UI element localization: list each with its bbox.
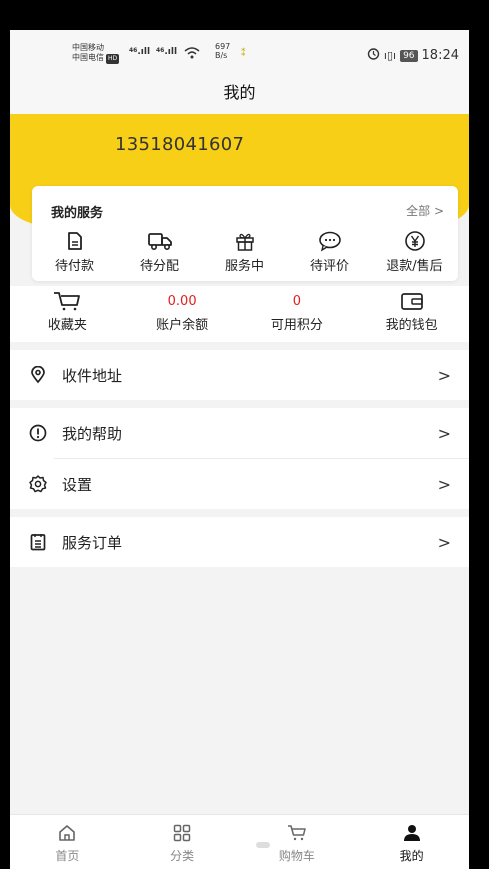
stat-value: 0.00: [167, 294, 197, 309]
status-right: ı▯ı 96 18:24: [367, 47, 459, 64]
service-label: 待付款: [54, 259, 94, 274]
my-services-card: 我的服务 全部 > 待付款 待分配 服务中 待评价 退款/售后: [32, 186, 458, 281]
carrier-1: 中国移动: [72, 43, 104, 52]
comment-icon: [318, 231, 341, 252]
menu-group-help: 我的帮助 > 设置 >: [10, 408, 469, 509]
tab-label: 首页: [55, 849, 80, 863]
bottom-tab-bar: 首页 分类 购物车 我的: [10, 814, 469, 869]
tab-label: 购物车: [278, 849, 315, 863]
drag-handle: [256, 842, 270, 848]
status-bar: 中国移动 中国电信 HD 46.ıll 46.ıll 697 B/s ⁑ ı▯ı …: [10, 30, 469, 78]
network-type-1: 46: [129, 47, 138, 54]
stat-label: 我的钱包: [385, 318, 438, 333]
tab-home[interactable]: 首页: [10, 815, 125, 869]
chevron-right-icon: >: [437, 532, 451, 552]
cart-icon: [287, 825, 306, 841]
info-circle-icon: [28, 423, 48, 443]
page-title: 我的: [10, 78, 469, 114]
wallet-icon: [400, 293, 423, 310]
service-label: 待分配: [139, 259, 179, 274]
service-label: 服务中: [224, 259, 264, 274]
stat-wallet[interactable]: 我的钱包: [354, 286, 469, 342]
network-type-2: 46: [156, 47, 165, 54]
service-in-progress[interactable]: 服务中: [202, 230, 287, 274]
net-speed: 697 B/s: [215, 42, 230, 60]
menu-address[interactable]: 收件地址 >: [10, 350, 469, 400]
chevron-right-icon: >: [437, 365, 451, 385]
location-pin-icon: [28, 365, 48, 385]
tab-label: 我的: [399, 849, 424, 863]
grid-icon: [173, 824, 191, 842]
chevron-right-icon: >: [437, 474, 451, 494]
user-icon: [403, 825, 420, 841]
tab-label: 分类: [170, 849, 195, 863]
wifi-icon: [184, 47, 200, 62]
menu-help[interactable]: 我的帮助 >: [10, 408, 469, 458]
stat-balance[interactable]: 0.00 账户余额: [125, 286, 240, 342]
user-phone[interactable]: 13518041607: [115, 134, 244, 155]
stat-label: 可用积分: [270, 318, 323, 333]
stat-label: 收藏夹: [47, 318, 87, 333]
service-pending-review[interactable]: 待评价: [287, 230, 372, 274]
net-speed-value: 697: [215, 42, 231, 51]
service-refund[interactable]: 退款/售后: [372, 230, 457, 274]
notification-dots-icon: ⁑: [241, 49, 246, 59]
net-speed-unit: B/s: [215, 51, 228, 60]
clock: 18:24: [421, 48, 459, 63]
menu-service-orders[interactable]: 服务订单 >: [10, 517, 469, 567]
account-stats: 收藏夹 0.00 账户余额 0 可用积分 我的钱包: [10, 286, 469, 342]
stat-label: 账户余额: [156, 318, 209, 333]
payment-doc-icon: [67, 232, 82, 250]
chevron-right-icon: >: [437, 423, 451, 443]
signal-1-icon: 46.ıll: [129, 47, 151, 57]
service-pending-payment[interactable]: 待付款: [32, 230, 117, 274]
signal-2-icon: 46.ıll: [156, 47, 178, 57]
alarm-icon: [367, 47, 380, 64]
stat-points[interactable]: 0 可用积分: [240, 286, 355, 342]
services-title: 我的服务: [51, 206, 104, 221]
menu-label: 我的帮助: [62, 424, 123, 443]
app-screen: 中国移动 中国电信 HD 46.ıll 46.ıll 697 B/s ⁑ ı▯ı …: [10, 30, 469, 869]
menu-label: 设置: [62, 475, 93, 494]
menu-group-orders: 服务订单 >: [10, 517, 469, 567]
cart-icon: [54, 292, 81, 311]
service-pending-assign[interactable]: 待分配: [117, 230, 202, 274]
menu-group-address: 收件地址 >: [10, 350, 469, 400]
service-label: 待评价: [309, 259, 349, 274]
menu-label: 收件地址: [62, 366, 123, 385]
stat-favorites[interactable]: 收藏夹: [10, 286, 125, 342]
menu-label: 服务订单: [62, 533, 123, 552]
gift-icon: [235, 233, 254, 251]
truck-icon: [147, 233, 172, 251]
stat-value: 0: [292, 294, 302, 309]
battery-icon: 96: [400, 49, 418, 62]
hd-badge: HD: [106, 54, 120, 64]
carrier-info: 中国移动 中国电信 HD: [72, 43, 120, 64]
view-all-link[interactable]: 全部 >: [406, 202, 444, 219]
service-label: 退款/售后: [386, 259, 443, 274]
gear-icon: [28, 474, 48, 494]
tab-category[interactable]: 分类: [125, 815, 240, 869]
carrier-2: 中国电信: [72, 53, 104, 62]
yen-icon: [404, 231, 425, 251]
vibrate-icon: ı▯ı: [383, 49, 397, 62]
order-list-icon: [28, 532, 48, 552]
home-icon: [59, 825, 76, 841]
tab-mine[interactable]: 我的: [354, 815, 469, 869]
menu-settings[interactable]: 设置 >: [10, 459, 469, 509]
